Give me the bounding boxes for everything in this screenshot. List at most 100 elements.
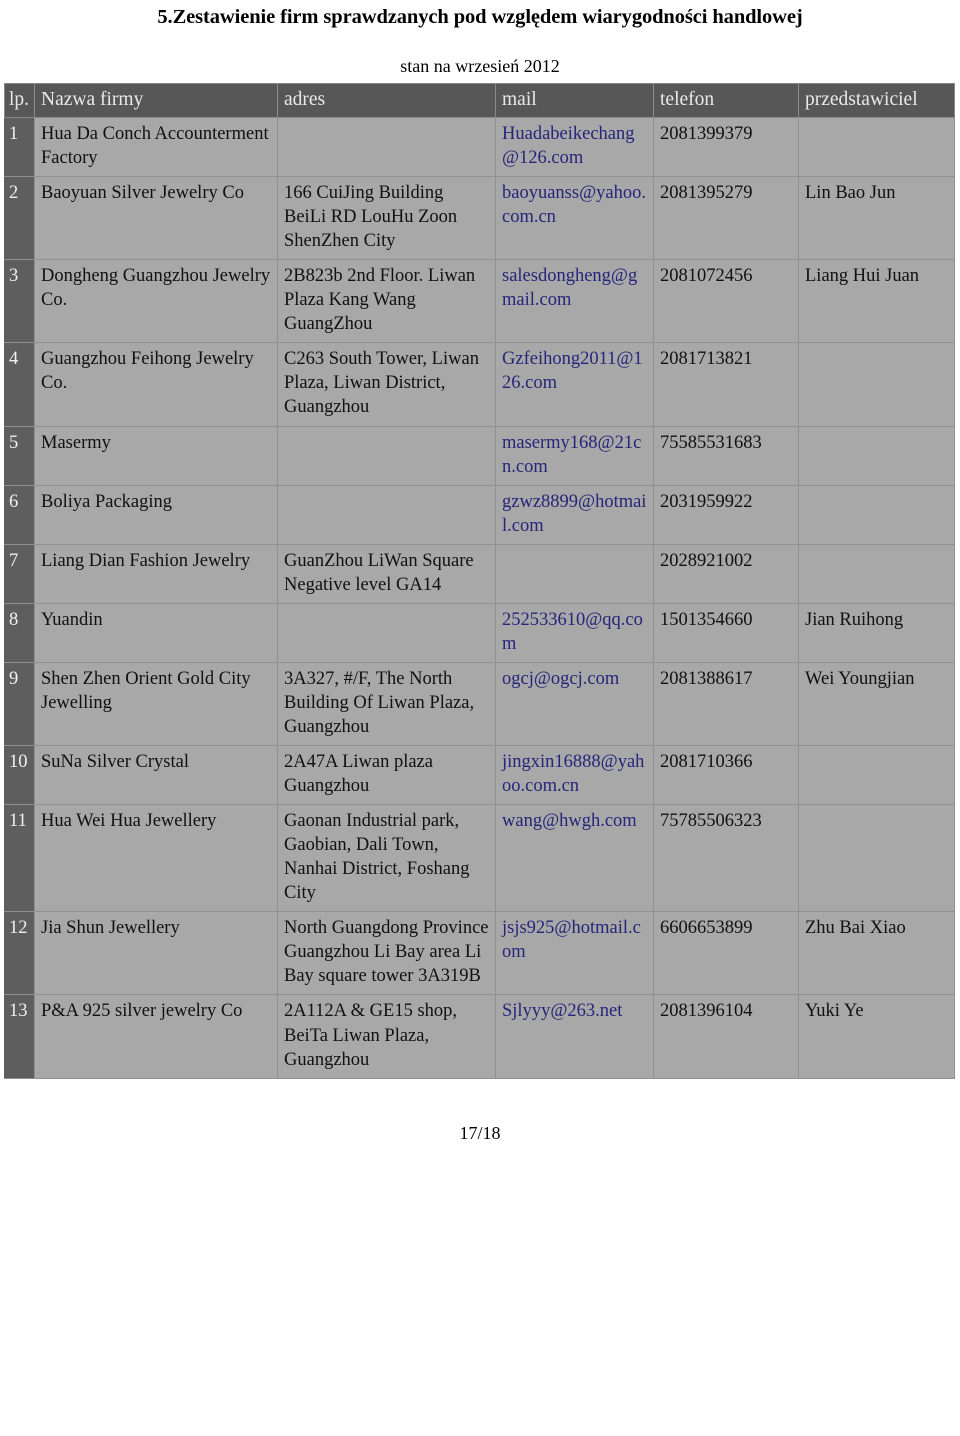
- cell-tel: 2031959922: [653, 484, 799, 545]
- cell-tel: 2081399379: [653, 116, 799, 178]
- table-row: 11 Hua Wei Hua Jewellery Gaonan Industrial…: [4, 804, 955, 913]
- cell-mail[interactable]: Huadabeikechang@126.com: [495, 116, 654, 178]
- cell-name: Guangzhou Feihong Jewelry Co.: [34, 342, 278, 427]
- table-header-row: lp. Nazwa firmy adres mail telefon przed…: [4, 82, 955, 119]
- cell-mail[interactable]: gzwz8899@hotmail.com: [495, 484, 654, 545]
- cell-mail[interactable]: jingxin16888@yahoo.com.cn: [495, 745, 654, 806]
- column-header-tel: telefon: [653, 82, 799, 119]
- cell-rep: Yuki Ye: [798, 994, 955, 1079]
- cell-tel: 2081388617: [653, 661, 799, 747]
- cell-name: Dongheng Guangzhou Jewelry Co.: [34, 259, 278, 344]
- cell-name: SuNa Silver Crystal: [34, 745, 278, 806]
- cell-lp: 2: [4, 176, 35, 261]
- cell-mail[interactable]: ogcj@ogcj.com: [495, 661, 654, 747]
- cell-adres: GuanZhou LiWan Square Negative level GA1…: [277, 543, 496, 604]
- cell-adres: C263 South Tower, Liwan Plaza, Liwan Dis…: [277, 342, 496, 427]
- cell-rep: Liang Hui Juan: [798, 259, 955, 344]
- cell-lp: 10: [4, 745, 35, 806]
- document-page: 5.Zestawienie firm sprawdzanych pod wzgl…: [0, 0, 960, 1436]
- cell-adres: 2A112A & GE15 shop, BeiTa Liwan Plaza, G…: [277, 994, 496, 1079]
- cell-mail[interactable]: masermy168@21cn.com: [495, 425, 654, 486]
- cell-mail[interactable]: salesdongheng@gmail.com: [495, 259, 654, 344]
- cell-rep: [798, 745, 955, 806]
- table-row: 6 Boliya Packaging gzwz8899@hotmail.com 203…: [4, 484, 955, 545]
- cell-adres: Gaonan Industrial park, Gaobian, Dali To…: [277, 804, 496, 913]
- cell-rep: [798, 484, 955, 545]
- cell-mail[interactable]: Sjlyyy@263.net: [495, 994, 654, 1079]
- table-row: 10 SuNa Silver Crystal 2A47A Liwan plaza G…: [4, 745, 955, 806]
- table-row: 8 Yuandin 252533610@qq.com 1501354660 Jian R…: [4, 602, 955, 663]
- cell-tel: 2081395279: [653, 176, 799, 261]
- cell-lp: 13: [4, 994, 35, 1079]
- cell-name: Boliya Packaging: [34, 484, 278, 545]
- table-row: 13 P&A 925 silver jewelry Co 2A112A & GE15…: [4, 994, 955, 1079]
- cell-tel: 2081710366: [653, 745, 799, 806]
- table-row: 1 Hua Da Conch Accounterment Factory Huada…: [4, 116, 955, 178]
- cell-tel: 2081713821: [653, 342, 799, 427]
- cell-lp: 6: [4, 484, 35, 545]
- cell-adres: 2B823b 2nd Floor. Liwan Plaza Kang Wang …: [277, 259, 496, 344]
- table-row: 5 Masermy masermy168@21cn.com 75585531683: [4, 425, 955, 486]
- cell-name: Hua Wei Hua Jewellery: [34, 804, 278, 913]
- cell-mail[interactable]: baoyuanss@yahoo.com.cn: [495, 176, 654, 261]
- cell-name: Masermy: [34, 425, 278, 486]
- cell-name: Hua Da Conch Accounterment Factory: [34, 116, 278, 178]
- companies-table: lp. Nazwa firmy adres mail telefon przed…: [4, 82, 955, 1079]
- cell-lp: 8: [4, 602, 35, 663]
- cell-mail[interactable]: jsjs925@hotmail.com: [495, 911, 654, 996]
- column-header-rep: przedstawiciel: [798, 82, 955, 119]
- table-row: 3 Dongheng Guangzhou Jewelry Co. 2B823b 2n…: [4, 259, 955, 344]
- cell-lp: 5: [4, 425, 35, 486]
- cell-lp: 1: [4, 116, 35, 178]
- cell-mail[interactable]: Gzfeihong2011@126.com: [495, 342, 654, 427]
- cell-mail[interactable]: 252533610@qq.com: [495, 602, 654, 663]
- cell-adres: 3A327, #/F, The North Building Of Liwan …: [277, 661, 496, 747]
- cell-lp: 9: [4, 661, 35, 747]
- document-subtitle: stan na wrzesień 2012: [400, 55, 560, 76]
- cell-rep: [798, 804, 955, 913]
- cell-name: Jia Shun Jewellery: [34, 911, 278, 996]
- cell-tel: 1501354660: [653, 602, 799, 663]
- cell-rep: Wei Youngjian: [798, 661, 955, 747]
- cell-lp: 7: [4, 543, 35, 604]
- cell-lp: 12: [4, 911, 35, 996]
- cell-tel: 6606653899: [653, 911, 799, 996]
- column-header-lp: lp.: [4, 82, 35, 119]
- table-row: 9 Shen Zhen Orient Gold City Jewelling 3A3…: [4, 661, 955, 747]
- cell-name: P&A 925 silver jewelry Co: [34, 994, 278, 1079]
- table-row: 12 Jia Shun Jewellery North Guangdong Prov…: [4, 911, 955, 996]
- cell-tel: 75585531683: [653, 425, 799, 486]
- cell-adres: [277, 484, 496, 545]
- cell-lp: 4: [4, 342, 35, 427]
- table-row: 2 Baoyuan Silver Jewelry Co 166 CuiJing Bu…: [4, 176, 955, 261]
- cell-tel: 2081072456: [653, 259, 799, 344]
- cell-name: Liang Dian Fashion Jewelry: [34, 543, 278, 604]
- cell-rep: Zhu Bai Xiao: [798, 911, 955, 996]
- cell-adres: [277, 116, 496, 178]
- cell-mail[interactable]: wang@hwgh.com: [495, 804, 654, 913]
- page-number: 17/18: [459, 1122, 501, 1143]
- cell-lp: 3: [4, 259, 35, 344]
- cell-adres: North Guangdong Province Guangzhou Li Ba…: [277, 911, 496, 996]
- cell-lp: 11: [4, 804, 35, 913]
- cell-tel: 2081396104: [653, 994, 799, 1079]
- table-row: 4 Guangzhou Feihong Jewelry Co. C263 South…: [4, 342, 955, 427]
- page-title: 5.Zestawienie firm sprawdzanych pod wzgl…: [157, 6, 803, 28]
- cell-rep: Lin Bao Jun: [798, 176, 955, 261]
- table-row: 7 Liang Dian Fashion Jewelry GuanZhou LiWa…: [4, 543, 955, 604]
- column-header-name: Nazwa firmy: [34, 82, 278, 119]
- cell-rep: [798, 342, 955, 427]
- cell-adres: [277, 602, 496, 663]
- cell-name: Shen Zhen Orient Gold City Jewelling: [34, 661, 278, 747]
- cell-tel: 75785506323: [653, 804, 799, 913]
- cell-name: Yuandin: [34, 602, 278, 663]
- column-header-mail: mail: [495, 82, 654, 119]
- cell-rep: [798, 425, 955, 486]
- cell-rep: [798, 116, 955, 178]
- cell-adres: 166 CuiJing Building BeiLi RD LouHu Zoon…: [277, 176, 496, 261]
- cell-mail: [495, 543, 654, 604]
- cell-name: Baoyuan Silver Jewelry Co: [34, 176, 278, 261]
- cell-rep: [798, 543, 955, 604]
- table-header: lp. Nazwa firmy adres mail telefon przed…: [4, 82, 955, 119]
- cell-tel: 2028921002: [653, 543, 799, 604]
